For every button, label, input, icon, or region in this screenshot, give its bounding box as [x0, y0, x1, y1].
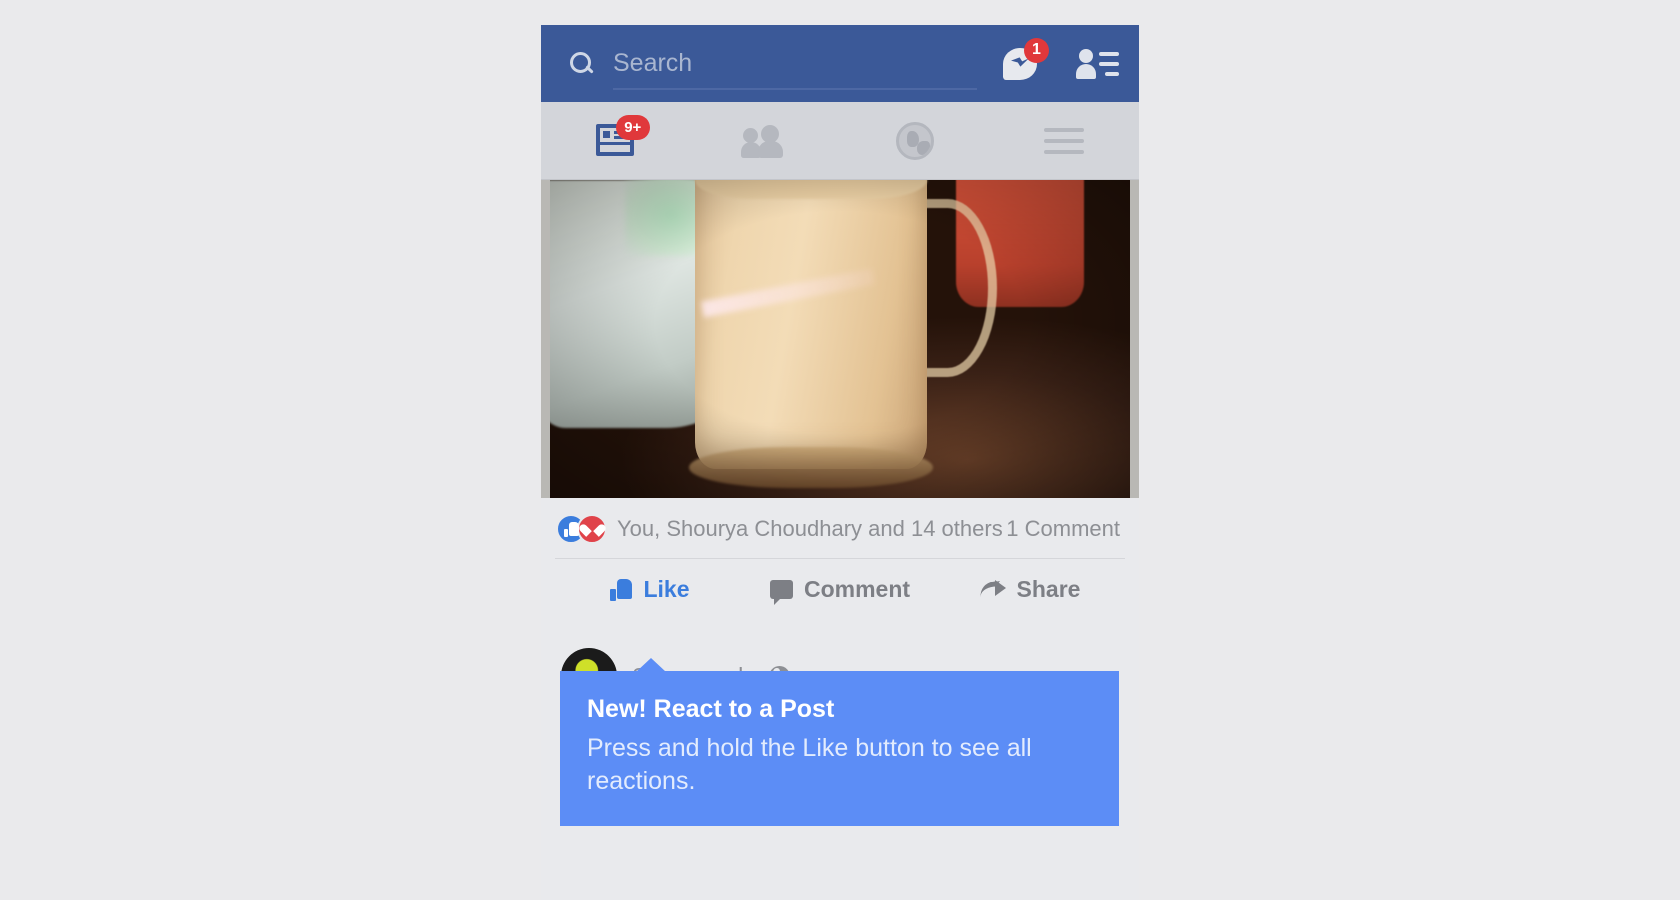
- tooltip-arrow: [636, 658, 666, 672]
- friend-requests-body-shape: [1076, 63, 1096, 79]
- news-feed-line-3: [599, 141, 630, 145]
- react-to-post-tooltip[interactable]: New! React to a Post Press and hold the …: [560, 658, 1119, 826]
- friend-requests-line-3: [1105, 71, 1119, 76]
- love-reaction-icon: [577, 514, 607, 544]
- search-underline: [613, 88, 977, 90]
- friends-head-2-shape: [761, 124, 780, 143]
- hamburger-line-3: [1044, 149, 1085, 154]
- friends-head-1-shape: [743, 127, 759, 143]
- messenger-icon[interactable]: 1: [1003, 37, 1049, 84]
- tooltip-title: New! React to a Post: [587, 695, 835, 723]
- like-button[interactable]: Like: [555, 559, 745, 620]
- tab-news-feed[interactable]: 9+: [541, 102, 691, 179]
- hamburger-line-1: [1044, 127, 1085, 132]
- post-reactions-row: You, Shourya Choudhary and 14 others 1 C…: [541, 498, 1139, 558]
- news-feed-badge: 9+: [615, 114, 650, 140]
- post-photo[interactable]: [541, 180, 1139, 498]
- search-input[interactable]: [613, 49, 987, 78]
- messenger-badge: 1: [1024, 37, 1049, 63]
- globe-icon: [895, 121, 934, 160]
- comment-button-label: Comment: [803, 576, 911, 602]
- reactions-summary-text[interactable]: You, Shourya Choudhary and 14 others: [617, 516, 1006, 542]
- tooltip-body: Press and hold the Like button to see al…: [587, 734, 1032, 795]
- top-app-bar: 1: [541, 25, 1139, 102]
- comment-count-label[interactable]: 1 Comment: [1006, 516, 1124, 542]
- friend-requests-line-2: [1099, 61, 1119, 66]
- reaction-icon-group[interactable]: [556, 514, 607, 544]
- friends-body-2-shape: [758, 140, 784, 158]
- hamburger-menu-icon: [1044, 127, 1085, 154]
- comment-button[interactable]: Comment: [745, 559, 935, 620]
- friend-requests-icon[interactable]: [1076, 47, 1119, 81]
- hamburger-line-2: [1044, 138, 1085, 143]
- like-button-label: Like: [643, 576, 690, 602]
- thumb-up-icon: [610, 578, 633, 601]
- share-button-label: Share: [1016, 576, 1081, 602]
- photo-vignette: [550, 180, 1130, 498]
- news-feed-block-shape: [602, 130, 610, 138]
- share-button[interactable]: Share: [935, 559, 1125, 620]
- comment-bubble-icon: [769, 580, 793, 605]
- post-action-bar: Like Comment Share: [555, 558, 1125, 620]
- news-feed-icon: 9+: [595, 114, 650, 158]
- search-icon: [569, 51, 595, 77]
- tab-notifications[interactable]: [840, 102, 990, 179]
- friend-requests-head-shape: [1079, 48, 1093, 63]
- top-bar-actions: 1: [1003, 37, 1119, 84]
- tab-friends[interactable]: [691, 102, 841, 179]
- phone-screen: 1: [541, 25, 1139, 900]
- heart-glyph: [585, 522, 600, 536]
- friend-requests-line-1: [1099, 51, 1119, 56]
- share-arrow-icon: [980, 579, 1006, 600]
- post-photo-image: [550, 180, 1130, 498]
- search-bar[interactable]: [569, 25, 987, 102]
- tab-more-menu[interactable]: [990, 102, 1140, 179]
- friends-icon: [741, 124, 789, 158]
- navigation-tab-bar: 9+: [541, 102, 1139, 180]
- thumb-up-glyph: [563, 521, 579, 537]
- screenshot-stage: 1: [0, 0, 1680, 900]
